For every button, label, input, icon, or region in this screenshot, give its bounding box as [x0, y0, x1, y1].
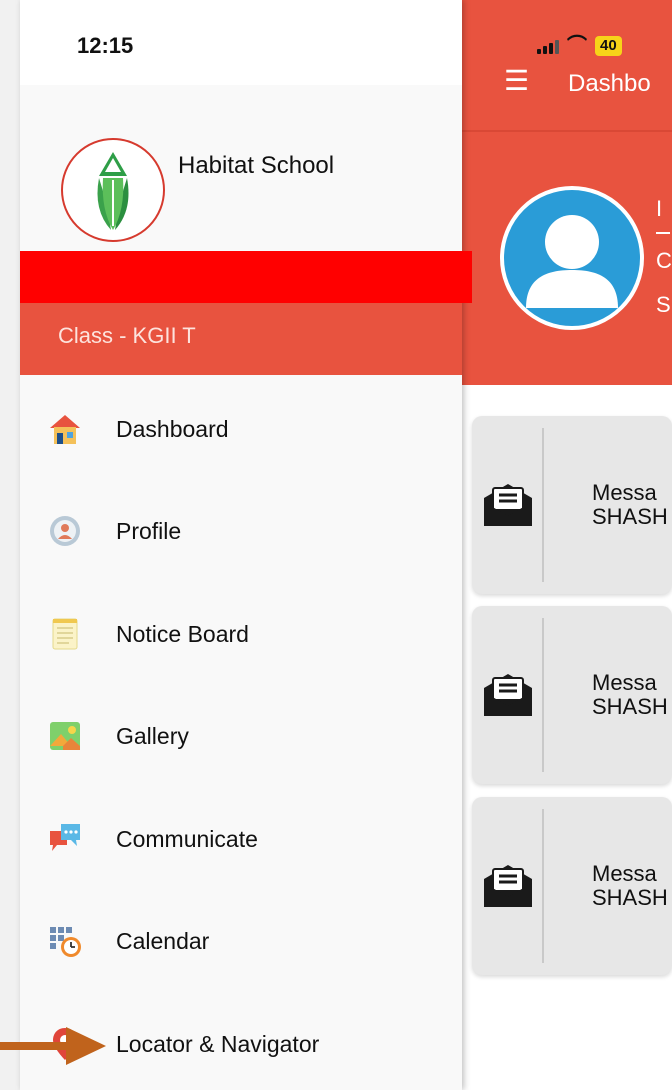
menu-item-calendar[interactable]: Calendar — [20, 907, 462, 977]
wifi-icon: ⌒ — [567, 35, 587, 57]
menu-item-communicate[interactable]: Communicate — [20, 805, 462, 875]
status-bar: 12:15 — [20, 0, 462, 85]
notepad-icon — [47, 616, 83, 652]
redaction-bar — [20, 251, 472, 303]
message-card[interactable]: Messa SHASH — [472, 416, 672, 594]
message-title: Messa — [592, 480, 657, 505]
card-divider — [542, 428, 544, 582]
class-label: Class - KGII T — [58, 323, 196, 348]
menu-label: Dashboard — [116, 416, 229, 442]
menu-label: Communicate — [116, 826, 258, 852]
menu-label: Locator & Navigator — [116, 1031, 320, 1057]
chat-icon — [47, 821, 83, 857]
user-avatar-icon — [526, 215, 618, 308]
message-title: Messa — [592, 861, 657, 886]
page-title: Dashbo — [568, 70, 651, 97]
menu-item-gallery[interactable]: Gallery — [20, 702, 462, 772]
picture-icon — [47, 718, 83, 754]
message-sender: SHASH — [592, 694, 668, 719]
message-title: Messa — [592, 670, 657, 695]
envelope-icon — [482, 482, 534, 533]
menu-label: Profile — [116, 518, 182, 544]
card-divider — [542, 809, 544, 963]
menu-toggle-icon[interactable]: ☰ — [504, 66, 529, 96]
navigation-drawer: 12:15 Habitat School Class - KGII T Dash… — [20, 0, 462, 1090]
profile-icon — [47, 513, 83, 549]
annotation-arrow-icon — [0, 1023, 110, 1069]
dashboard-header: ⌒ 40 ☰ Dashbo I C S — [462, 0, 672, 385]
menu-label: Gallery — [116, 723, 189, 749]
school-logo — [61, 138, 165, 242]
status-icons: ⌒ 40 — [537, 36, 622, 56]
message-sender: SHASH — [592, 885, 668, 910]
menu-item-profile[interactable]: Profile — [20, 497, 462, 567]
envelope-icon — [482, 863, 534, 914]
menu-item-dashboard[interactable]: Dashboard — [20, 395, 462, 465]
menu-label: Notice Board — [116, 621, 249, 647]
card-divider — [542, 618, 544, 772]
message-card[interactable]: Messa SHASH — [472, 797, 672, 975]
dashboard-screen: ⌒ 40 ☰ Dashbo I C S Messa SHASH Messa SH… — [462, 0, 672, 1090]
status-time: 12:15 — [77, 33, 134, 58]
school-name: Habitat School — [178, 152, 335, 179]
calendar-clock-icon — [47, 923, 83, 959]
battery-indicator: 40 — [595, 36, 622, 56]
menu-item-notice-board[interactable]: Notice Board — [20, 600, 462, 670]
message-sender: SHASH — [592, 504, 668, 529]
house-icon — [47, 411, 83, 447]
header-divider — [462, 130, 672, 132]
header-text-3: S — [656, 292, 671, 317]
menu-label: Calendar — [116, 928, 210, 954]
header-text-1: I — [656, 196, 663, 221]
header-underline — [656, 232, 670, 234]
cellular-signal-icon — [537, 38, 559, 54]
leaf-logo-icon — [97, 152, 129, 230]
avatar[interactable] — [500, 186, 644, 330]
header-text-2: C — [656, 248, 672, 273]
class-banner: Class - KGII T — [20, 300, 462, 375]
message-card[interactable]: Messa SHASH — [472, 606, 672, 784]
envelope-icon — [482, 672, 534, 723]
